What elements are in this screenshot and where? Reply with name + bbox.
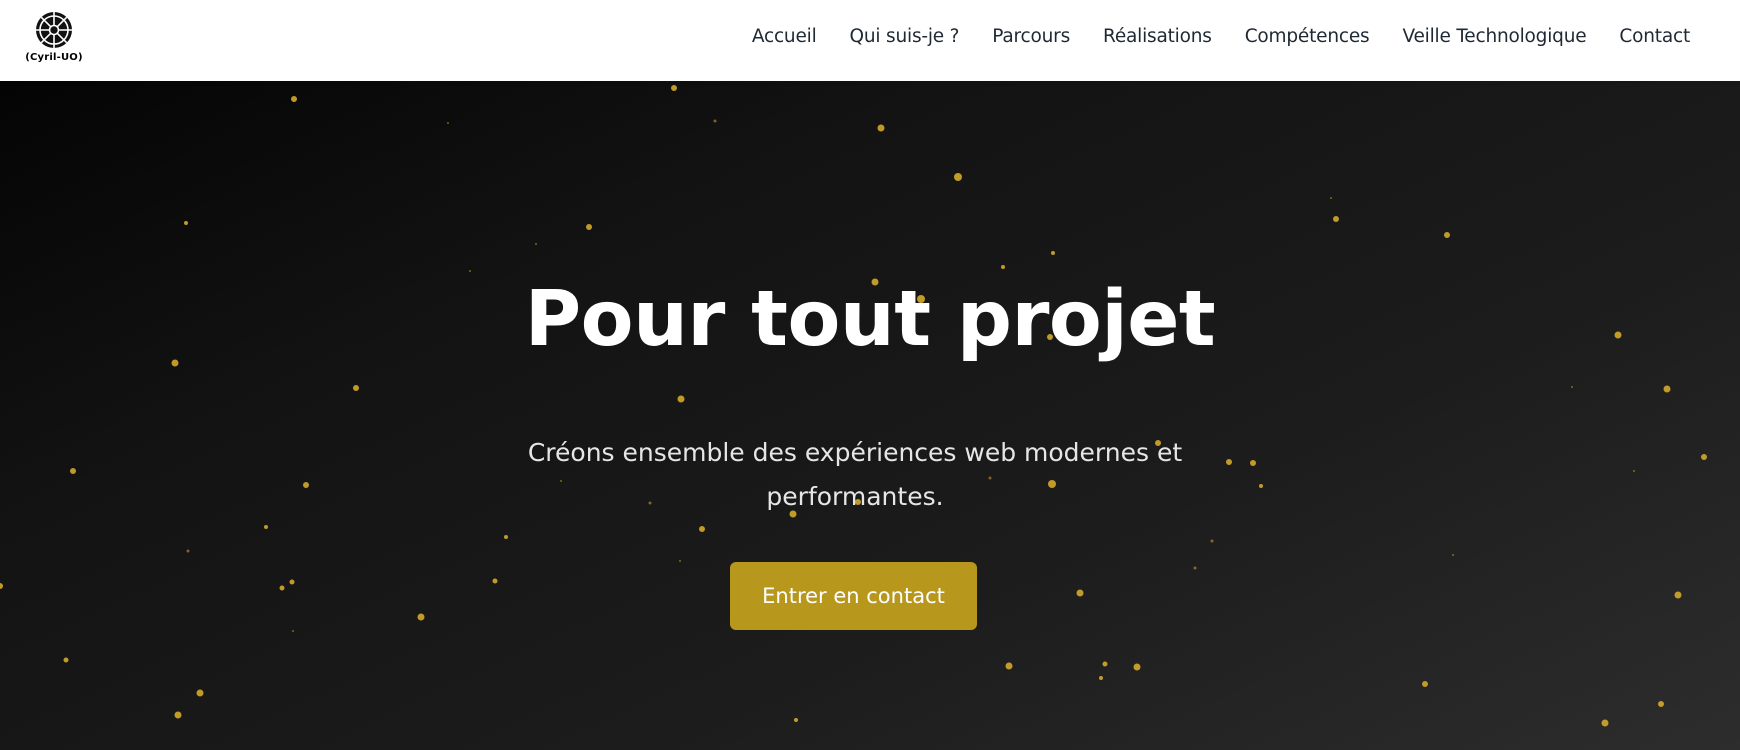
particle-dot [1658,701,1664,707]
site-header: (Cyril-UO) Accueil Qui suis-je ? Parcour… [0,0,1740,81]
nav-link-skills[interactable]: Compétences [1245,26,1370,47]
contact-cta-button[interactable]: Entrer en contact [730,562,977,630]
particle-dot [279,585,285,591]
particle-dot [1051,251,1055,255]
particle-dot [1250,460,1256,466]
particle-dot [535,243,537,245]
particle-dot [1422,681,1428,687]
nav-link-about[interactable]: Qui suis-je ? [850,26,960,47]
particle-dot [196,689,204,697]
particle-dot [417,613,425,621]
particle-dot [1601,719,1609,727]
particle-dot [1333,216,1339,222]
particle-dot [292,630,294,632]
particle-dot [1663,385,1671,393]
particle-dot [447,122,449,124]
particle-dot [1444,232,1450,238]
particle-dot [713,119,717,123]
particle-dot [1193,566,1197,570]
particle-dot [186,549,190,553]
particle-dot [184,221,188,225]
particle-dot [469,270,471,272]
particle-dot [1452,554,1454,556]
particle-dot [586,224,592,230]
hero-title: Pour tout projet [524,275,1216,364]
particle-dot [289,579,295,585]
site-logo[interactable]: (Cyril-UO) [24,10,84,68]
particle-dot [492,578,498,584]
particle-dot [291,96,297,102]
particle-dot [264,525,268,529]
particle-dot [1259,484,1263,488]
hero-subtitle: Créons ensemble des expériences web mode… [527,438,1183,511]
main-nav: Accueil Qui suis-je ? Parcours Réalisati… [752,0,1690,72]
particle-dot [954,173,962,181]
particle-dot [794,718,798,722]
particle-dot [174,711,182,719]
particle-dot [0,583,3,589]
page: (Cyril-UO) Accueil Qui suis-je ? Parcour… [0,0,1740,750]
particle-dot [1633,470,1635,472]
wheel-logo-icon [36,12,72,48]
particle-dot [303,482,309,488]
particle-dot [1330,197,1332,199]
nav-link-projects[interactable]: Réalisations [1103,26,1212,47]
particle-dot [1210,539,1214,543]
particle-dot [671,85,677,91]
particle-dot [1099,676,1103,680]
particle-dot [1001,265,1005,269]
logo-text: (Cyril-UO) [25,52,83,63]
hero-section: Pour tout projet Créons ensemble des exp… [0,81,1740,750]
particle-dot [1701,454,1707,460]
nav-link-contact[interactable]: Contact [1619,26,1690,47]
particle-dot [699,526,705,532]
particle-dot [877,124,885,132]
particle-dot [1133,663,1141,671]
particle-dot [63,657,69,663]
particle-dot [1674,591,1682,599]
particle-dot [679,560,681,562]
particle-background [0,85,1707,727]
particle-dot [1571,386,1573,388]
particle-dot [70,468,76,474]
particle-dot [171,359,179,367]
particle-dot [504,535,508,539]
nav-link-tech-watch[interactable]: Veille Technologique [1402,26,1586,47]
particle-dot [677,395,685,403]
particle-dot [1076,589,1084,597]
particle-dot [353,385,359,391]
particle-dot [1102,661,1108,667]
nav-link-home[interactable]: Accueil [752,26,817,47]
particle-dot [1005,662,1013,670]
nav-link-path[interactable]: Parcours [992,26,1070,47]
